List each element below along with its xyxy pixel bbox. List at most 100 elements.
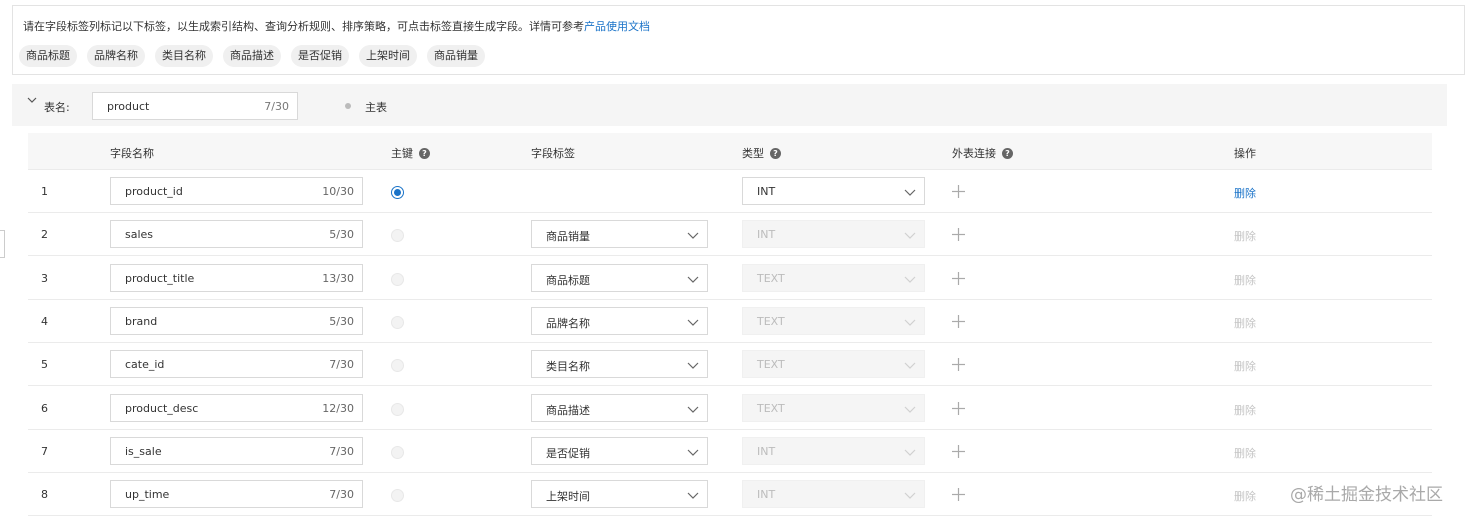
type-value: INT [757,488,776,502]
chevron-down-icon [904,362,916,370]
field-tag-value: 商品标题 [546,273,590,287]
field-name-value: sales [125,228,154,242]
table-row: 2 sales 5/30 商品销量 INT 删除 [28,213,1432,257]
type-value: TEXT [757,314,785,328]
add-foreign-join-plus-icon[interactable] [952,314,965,328]
add-foreign-join-plus-icon[interactable] [952,185,965,198]
chevron-down-icon [904,406,916,413]
field-tag-select[interactable]: 商品销量 [531,220,708,249]
add-foreign-join-plus-icon[interactable] [952,358,965,372]
tag-chip[interactable]: 类目名称 [155,45,213,67]
primary-key-radio[interactable] [391,402,404,416]
delete-link[interactable]: 删除 [1234,185,1256,201]
table-row: 3 product_title 13/30 商品标题 TEXT 删除 [28,257,1432,300]
table-header: 字段名称 主键? 字段标签 类型? 外表连接? 操作 [28,133,1432,170]
tag-hint: 请在字段标签列标记以下标签，以生成索引结构、查询分析规则、排序策略，可点击标签直… [23,18,650,34]
field-name-value: product_title [125,271,195,285]
main-table-label: 主表 [365,101,387,114]
chevron-down-icon [687,276,699,283]
field-tag-value: 上架时间 [546,490,590,504]
help-icon[interactable]: ? [770,147,781,159]
field-tag-select[interactable]: 品牌名称 [531,306,708,335]
primary-key-radio[interactable] [391,489,404,503]
tag-hint-text: 请在字段标签列标记以下标签，以生成索引结构、查询分析规则、排序策略，可点击标签直… [23,20,584,33]
col-actions-label: 操作 [1234,147,1256,160]
field-name-count: 5/30 [329,314,354,328]
row-index: 2 [41,228,48,242]
field-name-input[interactable]: up_time 7/30 [110,480,363,509]
primary-key-radio[interactable] [391,229,404,243]
table-row: 5 cate_id 7/30 类目名称 TEXT 删除 [28,343,1432,387]
tag-chip[interactable]: 上架时间 [359,45,417,67]
chevron-down-icon [904,492,916,499]
primary-key-radio[interactable] [391,272,404,286]
field-tag-value: 商品描述 [546,403,590,417]
col-primary-key-label: 主键 [391,147,413,160]
field-name-value: cate_id [125,358,165,372]
delete-link: 删除 [1234,230,1256,244]
field-tag-value: 类目名称 [546,360,590,374]
add-foreign-join-plus-icon[interactable] [952,488,965,502]
help-icon[interactable]: ? [419,147,430,159]
chevron-down-icon [687,406,699,413]
chevron-down-icon [904,449,916,456]
table-name-count: 7/30 [264,100,289,113]
field-name-input[interactable]: is_sale 7/30 [110,436,363,465]
add-foreign-join-plus-icon[interactable] [952,444,965,458]
tag-list: 商品标题 品牌名称 类目名称 商品描述 是否促销 上架时间 商品销量 [19,45,485,67]
type-select: TEXT [742,263,925,292]
collapse-chevron-icon[interactable] [26,94,38,106]
field-name-count: 7/30 [329,488,354,502]
field-name-count: 12/30 [322,401,354,415]
add-foreign-join-plus-icon[interactable] [952,228,965,242]
field-tag-select[interactable]: 商品标题 [531,263,708,292]
delete-link: 删除 [1234,273,1256,287]
help-icon[interactable]: ? [1002,147,1013,159]
field-name-input[interactable]: sales 5/30 [110,220,363,249]
table-name-input[interactable]: product 7/30 [92,92,298,120]
col-field-name: 字段名称 [110,145,154,161]
table-name-bar: 表名: product 7/30 主表 [12,84,1447,126]
field-tag-select[interactable]: 类目名称 [531,350,708,379]
col-actions: 操作 [1234,145,1256,161]
field-name-input[interactable]: brand 5/30 [110,306,363,335]
chevron-down-icon [904,189,916,196]
field-tag-select[interactable]: 上架时间 [531,480,708,509]
type-select: INT [742,436,925,465]
field-name-input[interactable]: product_desc 12/30 [110,393,363,422]
tag-chip[interactable]: 品牌名称 [87,45,145,67]
type-value: INT [757,185,776,198]
primary-key-radio[interactable] [391,186,404,199]
tag-chip[interactable]: 商品描述 [223,45,281,67]
doc-link[interactable]: 产品使用文档 [584,20,650,33]
row-index: 1 [41,185,48,198]
primary-key-radio[interactable] [391,445,404,459]
row-index: 8 [41,488,48,502]
type-select[interactable]: INT [742,177,925,205]
tag-chip[interactable]: 商品销量 [427,45,485,67]
type-value: TEXT [757,358,785,372]
side-collapse-tab[interactable] [0,230,5,258]
primary-key-radio[interactable] [391,315,404,329]
col-field-tag-label: 字段标签 [531,147,575,160]
field-tag-select[interactable]: 是否促销 [531,436,708,465]
field-name-input[interactable]: product_title 13/30 [110,263,363,292]
table-name-value: product [107,100,150,113]
type-select: TEXT [742,393,925,422]
col-type-label: 类型 [742,147,764,160]
add-foreign-join-plus-icon[interactable] [952,401,965,415]
tag-chip[interactable]: 商品标题 [19,45,77,67]
type-select: TEXT [742,350,925,379]
chevron-down-icon [687,362,699,370]
field-name-value: up_time [125,488,170,502]
tag-chip[interactable]: 是否促销 [291,45,349,67]
field-tag-value: 品牌名称 [546,316,590,330]
table-row: 6 product_desc 12/30 商品描述 TEXT 删除 [28,387,1432,430]
primary-key-radio[interactable] [391,359,404,373]
field-name-value: brand [125,314,158,328]
chevron-down-icon [687,319,699,326]
field-tag-select[interactable]: 商品描述 [531,393,708,422]
field-name-input[interactable]: product_id 10/30 [110,177,363,205]
add-foreign-join-plus-icon[interactable] [952,271,965,285]
field-name-input[interactable]: cate_id 7/30 [110,350,363,379]
